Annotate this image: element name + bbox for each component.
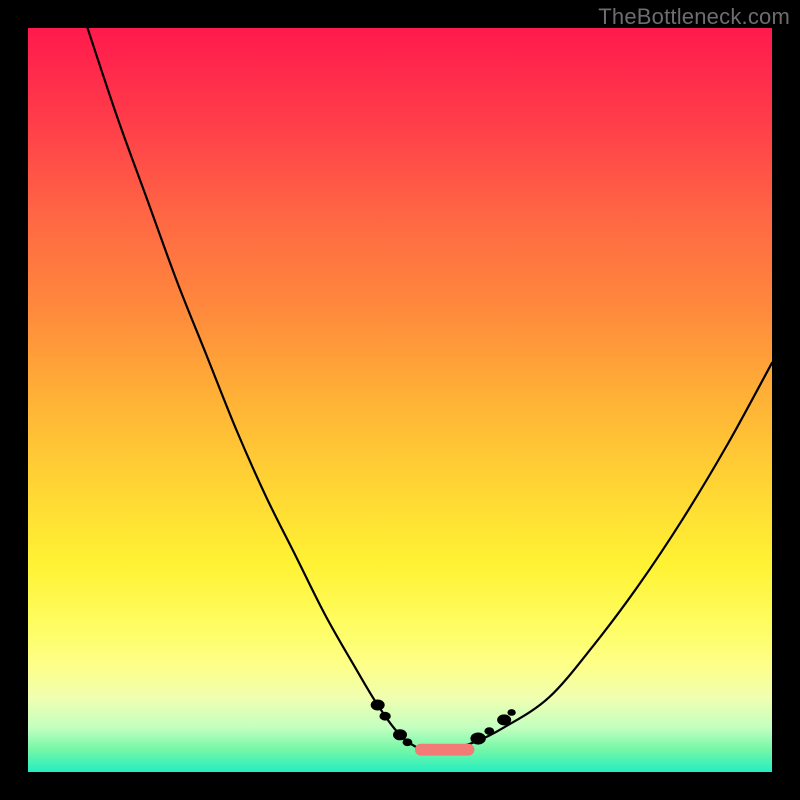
- bead: [380, 712, 391, 721]
- bead: [403, 738, 413, 746]
- plot-area: [28, 28, 772, 772]
- watermark-text: TheBottleneck.com: [598, 4, 790, 30]
- bead: [507, 709, 515, 716]
- bottleneck-curve: [88, 28, 772, 751]
- bead: [470, 732, 485, 744]
- chart-frame: TheBottleneck.com: [0, 0, 800, 800]
- bead: [497, 714, 511, 725]
- bead-bar: [415, 744, 475, 756]
- bead: [484, 727, 494, 735]
- bead: [393, 729, 407, 740]
- bead: [371, 700, 385, 711]
- curve-svg: [28, 28, 772, 772]
